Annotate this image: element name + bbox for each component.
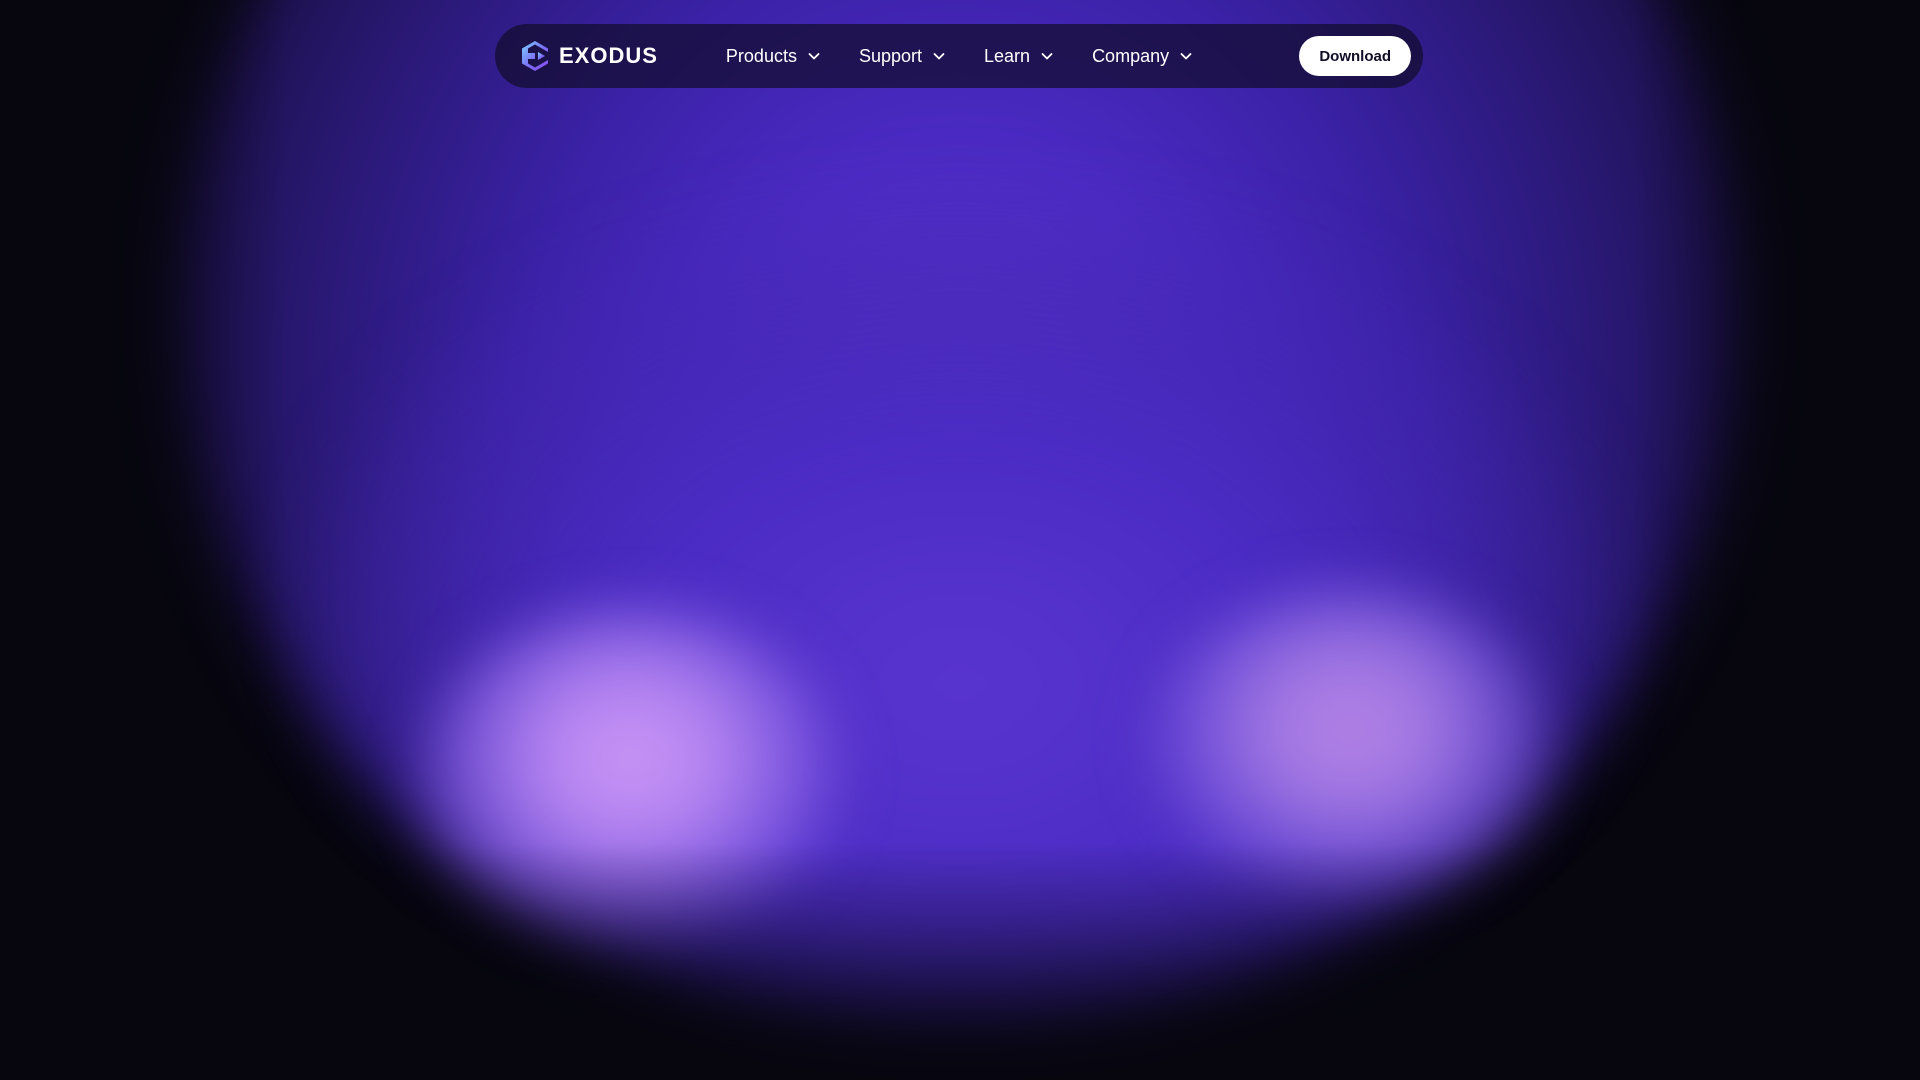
hero-background-glow [0, 0, 1920, 1080]
nav-item-support[interactable]: Support [859, 46, 946, 67]
chevron-down-icon [933, 53, 945, 60]
nav-item-learn[interactable]: Learn [984, 46, 1054, 67]
page: EXODUS Products Support Learn Company Do… [0, 0, 1920, 1080]
brand-name: EXODUS [559, 43, 658, 68]
glow-spot-right [1150, 590, 1550, 900]
nav-item-label: Support [858, 45, 923, 66]
nav-item-label: Learn [984, 45, 1031, 66]
glow-base [180, 0, 1740, 1030]
nav-item-products[interactable]: Products [726, 46, 821, 67]
nav-item-company[interactable]: Company [1092, 46, 1193, 67]
vignette [0, 0, 1920, 1080]
exodus-logo-icon [522, 41, 548, 71]
nav-item-label: Products [725, 45, 797, 66]
nav-item-label: Company [1092, 45, 1170, 66]
glow-band [300, 200, 1620, 980]
brand-home-link[interactable]: EXODUS [519, 39, 658, 73]
glow-spot-left [420, 610, 840, 940]
chevron-down-icon [1041, 53, 1053, 60]
chevron-down-icon [1180, 53, 1192, 60]
download-button[interactable]: Download [1299, 36, 1411, 76]
top-navbar: EXODUS Products Support Learn Company Do… [495, 24, 1423, 88]
chevron-down-icon [808, 53, 820, 60]
nav-menu: Products Support Learn Company [726, 46, 1193, 67]
